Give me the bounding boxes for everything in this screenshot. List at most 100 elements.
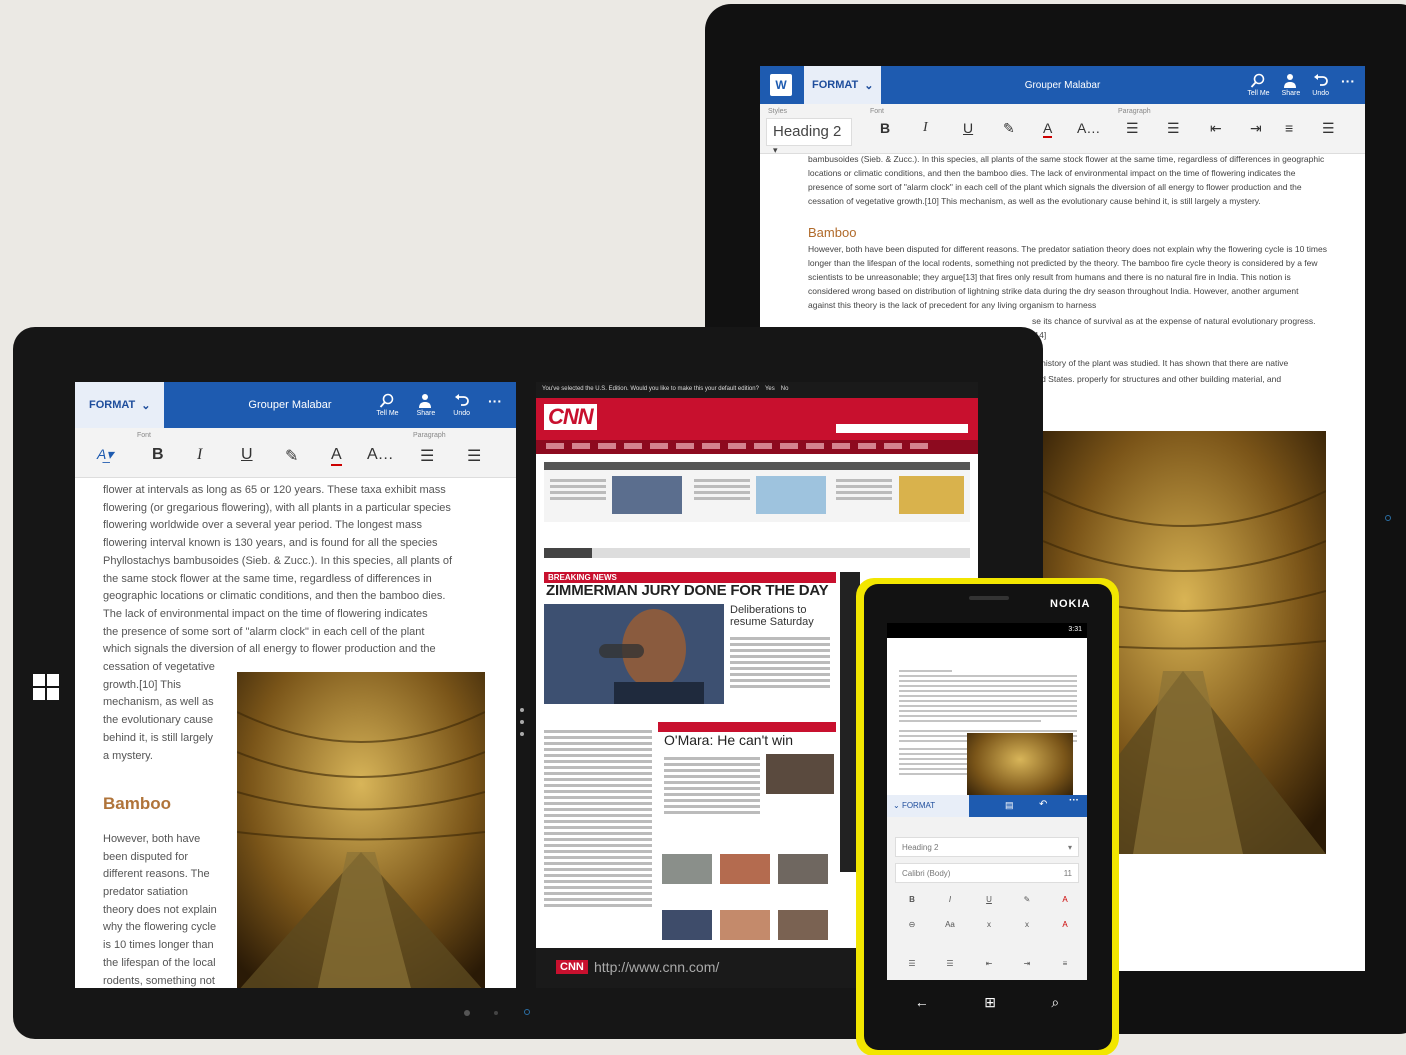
nav-item[interactable]: [650, 443, 668, 449]
video-thumbnail[interactable]: [778, 910, 828, 940]
notice-yes-link[interactable]: Yes: [765, 386, 775, 394]
search-input[interactable]: [836, 424, 968, 433]
underline-button[interactable]: U: [979, 895, 999, 904]
decrease-indent-icon[interactable]: ⇤: [1210, 120, 1222, 137]
more-options-icon[interactable]: ···: [488, 393, 502, 409]
undo-button[interactable]: Undo: [453, 393, 470, 417]
back-arrow-icon[interactable]: ←: [915, 994, 929, 1010]
font-color-button[interactable]: A: [1043, 120, 1053, 138]
highlight-icon[interactable]: ✎: [1017, 895, 1037, 904]
video-thumbnail[interactable]: [662, 910, 712, 940]
style-dropdown[interactable]: Heading 2 ▾: [766, 118, 852, 155]
font-size-button[interactable]: A…: [367, 446, 394, 464]
nav-item[interactable]: [598, 443, 616, 449]
style-dropdown[interactable]: Heading 2 ▾: [895, 837, 1079, 857]
undo-button[interactable]: Undo: [1312, 73, 1329, 97]
format-tab[interactable]: FORMAT ⌄: [75, 382, 165, 428]
subscript-icon[interactable]: x: [979, 920, 999, 929]
lead-story-photo[interactable]: [544, 604, 724, 704]
nav-item[interactable]: [546, 443, 564, 449]
font-color-button[interactable]: A: [1055, 895, 1075, 904]
video-thumbnail[interactable]: [662, 854, 712, 884]
paragraph-group-label: Paragraph: [1118, 108, 1151, 115]
nav-item[interactable]: [780, 443, 798, 449]
view-icon[interactable]: ▤: [1005, 800, 1014, 811]
nav-item[interactable]: [884, 443, 902, 449]
share-person-icon: [418, 394, 431, 408]
italic-button[interactable]: I: [940, 895, 960, 904]
font-size-button[interactable]: A…: [1077, 120, 1100, 136]
bullets-icon[interactable]: ☰: [420, 446, 434, 466]
caret-down-icon: ▾: [1067, 843, 1072, 852]
share-button[interactable]: Share: [1282, 73, 1300, 97]
change-case-icon[interactable]: Aa: [940, 920, 960, 929]
nav-item[interactable]: [754, 443, 772, 449]
url-text[interactable]: http://www.cnn.com/: [594, 959, 719, 975]
video-thumbnail[interactable]: [778, 854, 828, 884]
nav-item[interactable]: [572, 443, 590, 449]
nav-item[interactable]: [702, 443, 720, 449]
windows-logo-icon[interactable]: [33, 674, 59, 700]
clear-formatting-icon[interactable]: A: [1055, 920, 1075, 929]
underline-button[interactable]: U: [241, 446, 253, 464]
styles-pane-icon[interactable]: ☰: [467, 446, 481, 466]
bold-button[interactable]: B: [152, 446, 164, 464]
align-icon[interactable]: ≡: [1285, 120, 1293, 136]
format-tab[interactable]: ⌄ FORMAT: [887, 795, 969, 817]
undo-label: Undo: [1312, 90, 1329, 97]
text-line: flower at intervals as long as 65 or 120…: [103, 484, 446, 496]
video-thumbnail[interactable]: [720, 910, 770, 940]
increase-indent-icon[interactable]: ⇥: [1017, 959, 1037, 968]
share-button[interactable]: Share: [417, 393, 435, 417]
search-icon[interactable]: ⌕: [1051, 994, 1059, 1011]
align-icon[interactable]: ≡: [1055, 959, 1075, 968]
highlight-icon[interactable]: ✎: [1003, 120, 1015, 137]
nav-item[interactable]: [832, 443, 850, 449]
italic-button[interactable]: I: [197, 446, 202, 464]
font-dropdown[interactable]: Calibri (Body) 11: [895, 863, 1079, 883]
decrease-indent-icon[interactable]: ⇤: [979, 959, 999, 968]
bullets-icon[interactable]: ☰: [902, 959, 922, 968]
increase-indent-icon[interactable]: ⇥: [1250, 120, 1262, 137]
numbering-icon[interactable]: ☰: [1167, 120, 1180, 137]
cnn-logo[interactable]: CNN: [544, 404, 597, 430]
format-tab[interactable]: FORMAT ⌄: [804, 66, 882, 104]
italic-button[interactable]: I: [923, 120, 928, 136]
bullets-icon[interactable]: ☰: [1126, 120, 1139, 137]
strikethrough-icon[interactable]: ⊖: [902, 920, 922, 929]
secondary-headline[interactable]: O'Mara: He can't win: [664, 732, 793, 748]
nav-item[interactable]: [910, 443, 928, 449]
underline-button[interactable]: U: [963, 120, 973, 136]
notice-no-link[interactable]: No: [781, 386, 789, 394]
nav-item[interactable]: [624, 443, 642, 449]
story-thumbnail[interactable]: [756, 476, 826, 514]
split-view-handle[interactable]: [519, 708, 525, 736]
bold-button[interactable]: B: [902, 895, 922, 904]
chevron-down-icon: ⌄: [864, 79, 874, 92]
story-thumbnail[interactable]: [766, 754, 834, 794]
clear-formatting-icon[interactable]: A͟▾: [97, 446, 113, 463]
story-thumbnail[interactable]: [899, 476, 964, 514]
more-options-icon[interactable]: ···: [1069, 795, 1079, 806]
more-options-icon[interactable]: ···: [1341, 73, 1355, 89]
lead-subheadline[interactable]: Deliberations to resume Saturday: [730, 604, 840, 628]
font-color-button[interactable]: A: [331, 446, 342, 466]
lead-headline[interactable]: ZIMMERMAN JURY DONE FOR THE DAY: [546, 582, 829, 599]
nav-item[interactable]: [858, 443, 876, 449]
windows-logo-icon[interactable]: ⊞: [984, 994, 996, 1011]
nav-item[interactable]: [728, 443, 746, 449]
tell-me-button[interactable]: Tell Me: [376, 393, 399, 417]
tell-me-button[interactable]: Tell Me: [1247, 73, 1270, 97]
text-line: flowering worldwide over a several year …: [103, 519, 422, 532]
superscript-icon[interactable]: x: [1017, 920, 1037, 929]
font-size-value[interactable]: 11: [1064, 869, 1072, 878]
styles-pane-icon[interactable]: ☰: [1322, 120, 1335, 137]
undo-icon[interactable]: ↶: [1039, 799, 1047, 810]
story-thumbnail[interactable]: [612, 476, 682, 514]
nav-item[interactable]: [806, 443, 824, 449]
bold-button[interactable]: B: [880, 120, 890, 136]
video-thumbnail[interactable]: [720, 854, 770, 884]
highlight-icon[interactable]: ✎: [285, 446, 298, 466]
numbering-icon[interactable]: ☰: [940, 959, 960, 968]
nav-item[interactable]: [676, 443, 694, 449]
